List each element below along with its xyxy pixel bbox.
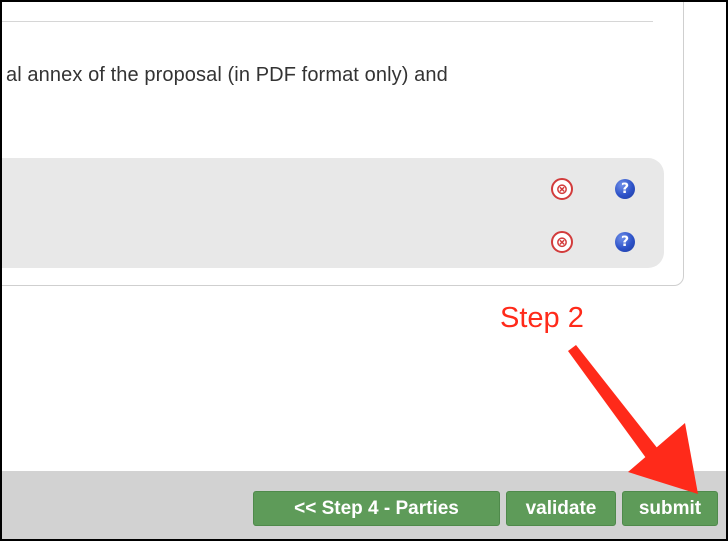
help-icon[interactable]: ? <box>615 232 635 252</box>
validate-button[interactable]: validate <box>506 491 616 526</box>
submit-button[interactable]: submit <box>622 491 718 526</box>
remove-file-icon[interactable]: ⊗ <box>551 231 573 253</box>
help-icon[interactable]: ? <box>615 179 635 199</box>
bottom-toolbar: << Step 4 - Parties validate submit <box>2 471 726 539</box>
remove-file-icon[interactable]: ⊗ <box>551 178 573 200</box>
step-annotation-label: Step 2 <box>500 302 584 334</box>
annex-instruction-text: al annex of the proposal (in PDF format … <box>6 64 448 86</box>
screenshot-frame: al annex of the proposal (in PDF format … <box>0 0 728 541</box>
previous-step-button[interactable]: << Step 4 - Parties <box>253 491 500 526</box>
section-divider <box>2 21 653 22</box>
